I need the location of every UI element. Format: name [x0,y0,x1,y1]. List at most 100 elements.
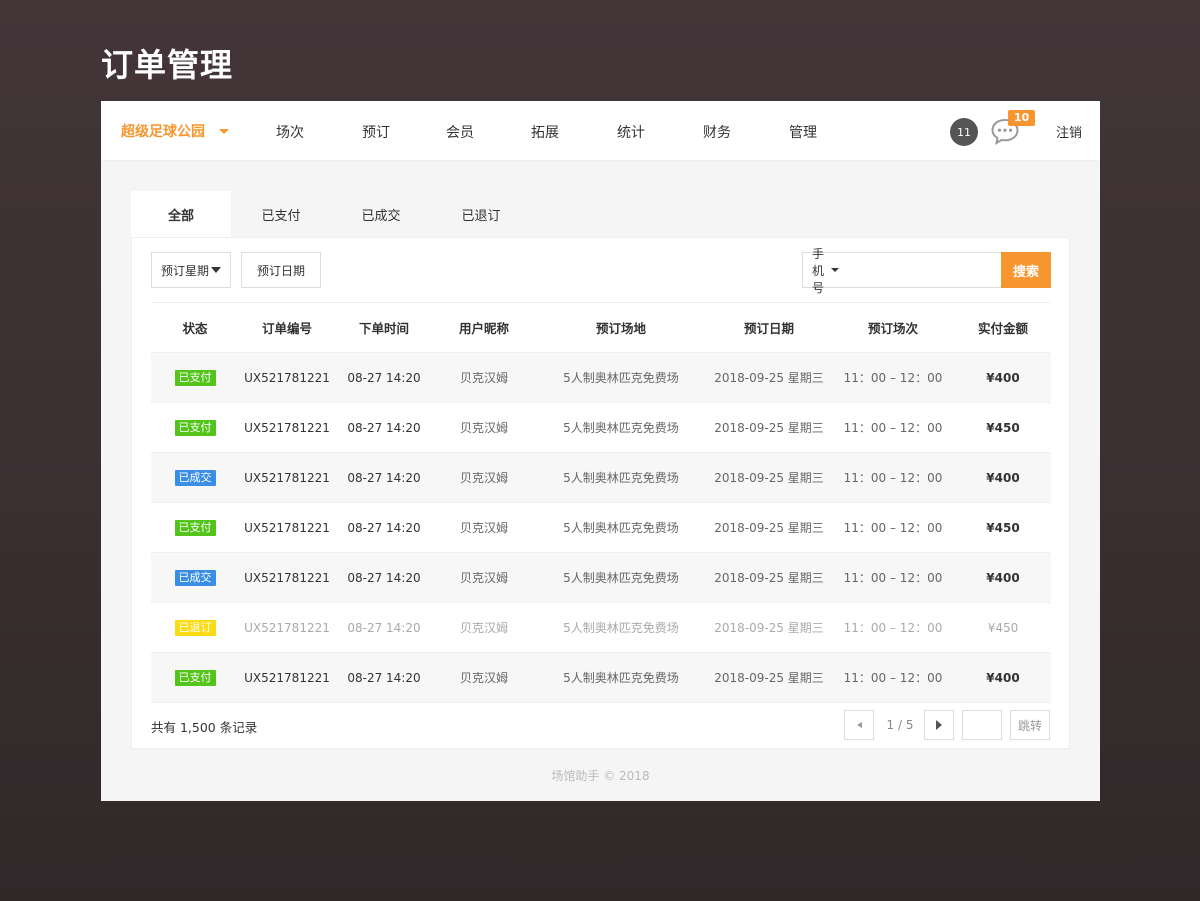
order-time-cell: 08-27 14:20 [347,370,421,385]
tab-paid[interactable]: 已支付 [231,191,331,237]
arrow-left-icon [856,722,862,728]
venue-cell: 5人制奥林匹克免费场 [563,421,679,435]
next-page-button[interactable] [924,710,954,740]
orders-panel: 预订星期 预订日期 手机号 搜索 状态 订单编号 下单时间 用户昵称 预订场地 [131,237,1070,749]
nav-item-sessions[interactable]: 场次 [276,122,304,142]
status-cell: 已支付 [151,353,239,403]
nav-item-management[interactable]: 管理 [789,122,817,142]
message-count-badge: 10 [1008,110,1036,126]
order-time-cell: 08-27 14:20 [347,420,421,435]
status-tabs: 全部 已支付 已成交 已退订 [131,191,531,237]
amount-cell: ¥400 [986,370,1020,385]
notification-count-badge[interactable]: 11 [950,118,978,146]
venue-cell: 5人制奥林匹克免费场 [563,521,679,535]
column-header-status: 状态 [182,321,208,336]
arrow-right-icon [936,720,942,730]
page-jump-input-wrap [962,710,1002,740]
slot-cell: 11：00 – 12：00 [843,371,943,385]
status-cell: 已支付 [151,403,239,453]
table-row[interactable]: 已退订 UX521781221 08-27 14:20 贝克汉姆 5人制奥林匹克免费场 2… [151,602,1051,653]
order-no-cell: UX521781221 [244,470,330,485]
search-input[interactable] [847,263,1002,277]
table-row[interactable]: 已支付 UX521781221 08-27 14:20 贝克汉姆 5人制奥林匹克免费场 2… [151,352,1051,403]
logout-link[interactable]: 注销 [1056,122,1082,141]
order-time-cell: 08-27 14:20 [347,570,421,585]
order-no-cell: UX521781221 [244,520,330,535]
slot-cell: 11：00 – 12：00 [843,621,943,635]
nav-item-members[interactable]: 会员 [446,122,474,142]
slot-cell: 11：00 – 12：00 [843,421,943,435]
nav-item-extension[interactable]: 拓展 [531,122,559,142]
status-badge: 已退订 [174,619,216,636]
status-cell: 已退订 [151,603,239,653]
date-cell: 2018-09-25 星期三 [714,371,824,385]
amount-cell: ¥400 [986,670,1020,685]
table-row[interactable]: 已成交 UX521781221 08-27 14:20 贝克汉姆 5人制奥林匹克免费场 2… [151,552,1051,603]
orders-table: 状态 订单编号 下单时间 用户昵称 预订场地 预订日期 预订场次 实付金额 已支… [151,302,1051,703]
amount-cell: ¥450 [987,620,1019,635]
footer-copyright: 场馆助手 © 2018 [551,769,650,783]
order-time-cell: 08-27 14:20 [347,520,421,535]
prev-page-button[interactable] [844,710,874,740]
status-badge: 已成交 [174,469,216,486]
column-header-venue: 预订场地 [595,321,646,336]
status-badge: 已支付 [174,419,216,436]
nav-item-statistics[interactable]: 统计 [617,122,645,142]
nav-item-booking[interactable]: 预订 [362,122,390,142]
date-filter[interactable]: 预订日期 [241,252,321,288]
nav-item-finance[interactable]: 财务 [703,122,731,142]
caret-down-icon [831,268,839,272]
venue-cell: 5人制奥林匹克免费场 [563,471,679,485]
status-badge: 已成交 [174,569,216,586]
date-cell: 2018-09-25 星期三 [714,571,824,585]
date-cell: 2018-09-25 星期三 [714,471,824,485]
table-row[interactable]: 已支付 UX521781221 08-27 14:20 贝克汉姆 5人制奥林匹克免费场 2… [151,502,1051,553]
caret-down-icon [211,267,221,273]
messages-button[interactable]: 10 [990,110,1040,149]
tab-all[interactable]: 全部 [131,191,231,237]
date-cell: 2018-09-25 星期三 [714,621,824,635]
order-time-cell: 08-27 14:20 [347,670,421,685]
amount-cell: ¥450 [986,520,1020,535]
order-time-cell: 08-27 14:20 [347,620,421,635]
search-type-select[interactable]: 手机号 [812,245,826,296]
venue-cell: 5人制奥林匹克免费场 [563,621,679,635]
weekday-filter-label: 预订星期 [160,263,209,278]
tab-completed[interactable]: 已成交 [331,191,431,237]
page-jump-input[interactable] [963,711,1001,739]
status-cell: 已支付 [151,653,239,703]
amount-cell: ¥450 [986,420,1020,435]
column-header-date: 预订日期 [743,321,794,336]
order-no-cell: UX521781221 [244,420,330,435]
order-no-cell: UX521781221 [244,570,330,585]
venue-cell: 5人制奥林匹克免费场 [563,571,679,585]
column-header-order-time: 下单时间 [358,321,409,336]
order-time-cell: 08-27 14:20 [347,470,421,485]
nickname-cell: 贝克汉姆 [459,471,508,485]
nickname-cell: 贝克汉姆 [459,421,508,435]
table-row[interactable]: 已支付 UX521781221 08-27 14:20 贝克汉姆 5人制奥林匹克免费场 2… [151,652,1051,703]
weekday-filter[interactable]: 预订星期 [151,252,231,288]
search-button[interactable]: 搜索 [1001,252,1051,288]
nickname-cell: 贝克汉姆 [459,671,508,685]
search-box: 手机号 [802,247,1002,295]
slot-cell: 11：00 – 12：00 [843,571,943,585]
page-jump-button[interactable]: 跳转 [1010,710,1050,740]
tab-cancelled[interactable]: 已退订 [431,191,531,237]
status-cell: 已成交 [151,553,239,603]
slot-cell: 11：00 – 12：00 [843,471,943,485]
date-cell: 2018-09-25 星期三 [714,671,824,685]
order-no-cell: UX521781221 [244,370,330,385]
page-info: 1 / 5 [886,718,914,732]
table-header-row: 状态 订单编号 下单时间 用户昵称 预订场地 预订日期 预订场次 实付金额 [151,302,1051,353]
venue-selector[interactable]: 超级足球公园 [121,121,229,141]
table-row[interactable]: 已成交 UX521781221 08-27 14:20 贝克汉姆 5人制奥林匹克免费场 2… [151,452,1051,503]
table-row[interactable]: 已支付 UX521781221 08-27 14:20 贝克汉姆 5人制奥林匹克免费场 2… [151,402,1051,453]
status-badge: 已支付 [174,669,216,686]
top-nav: 超级足球公园 场次 预订 会员 拓展 统计 财务 管理 11 10 注销 [101,101,1100,161]
order-no-cell: UX521781221 [244,670,330,685]
venue-name: 超级足球公园 [121,124,205,140]
column-header-order-no: 订单编号 [261,321,312,336]
nickname-cell: 贝克汉姆 [459,371,508,385]
date-cell: 2018-09-25 星期三 [714,421,824,435]
